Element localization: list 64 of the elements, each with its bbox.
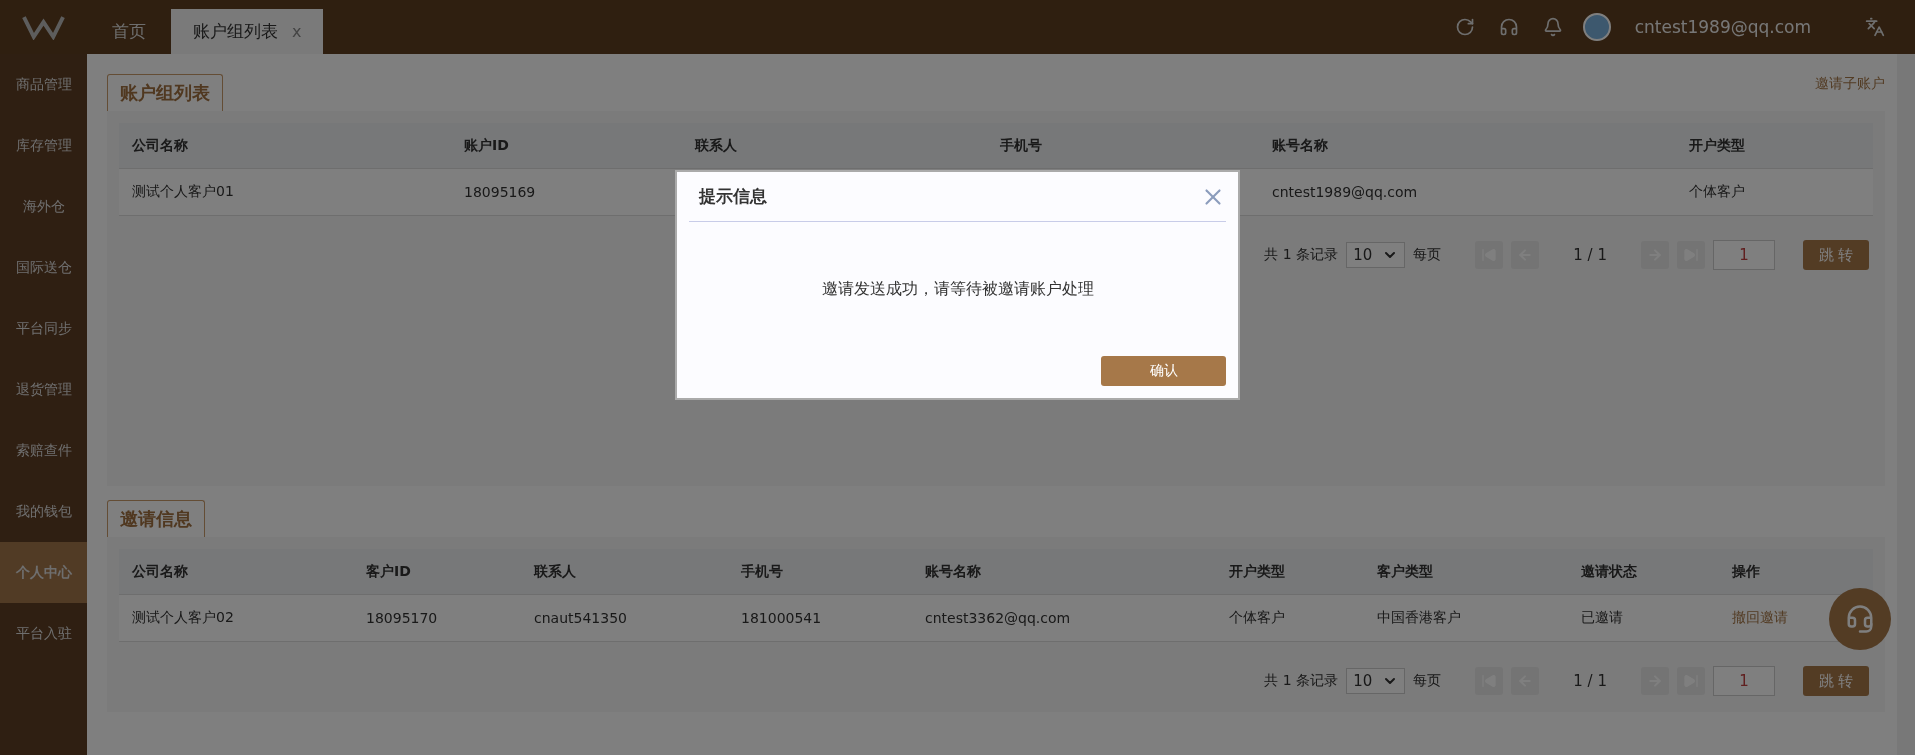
sidebar-item[interactable]: 平台入驻	[0, 603, 87, 664]
record-count: 共 1 条记录	[1264, 246, 1339, 264]
page-indicator: 1 / 1	[1573, 246, 1607, 264]
table-cell-text: 18095170	[366, 610, 439, 626]
column-header: 联系人	[534, 562, 577, 581]
column-header: 开户类型	[1229, 562, 1286, 581]
per-page-label: 每页	[1413, 246, 1442, 264]
sidebar-item[interactable]: 平台同步	[0, 298, 87, 359]
table-cell-text: 中国香港客户	[1377, 609, 1462, 627]
panel-tab[interactable]: 账户组列表	[107, 74, 223, 111]
jump-button[interactable]: 跳 转	[1803, 240, 1869, 270]
page-input[interactable]: 1	[1713, 666, 1775, 696]
headphones-icon[interactable]	[1498, 17, 1519, 37]
table-cell-text: 测试个人客户01	[132, 183, 235, 201]
page-size-select[interactable]: 10	[1346, 242, 1406, 268]
jump-button[interactable]: 跳 转	[1803, 666, 1869, 696]
page-input[interactable]: 1	[1713, 240, 1775, 270]
dialog-message: 邀请发送成功，请等待被邀请账户处理	[821, 278, 1094, 300]
column-header: 账号名称	[925, 562, 982, 581]
column-header: 邀请状态	[1581, 562, 1638, 581]
column-header: 操作	[1732, 562, 1761, 581]
confirm-button[interactable]: 确认	[1101, 356, 1226, 386]
column-header: 公司名称	[132, 562, 189, 581]
column-header: 账号名称	[1272, 136, 1329, 155]
sidebar-item[interactable]: 我的钱包	[0, 481, 87, 542]
table-cell-text: 测试个人客户02	[132, 609, 235, 627]
page-tab[interactable]: 首页	[87, 9, 171, 54]
panel-tab[interactable]: 邀请信息	[107, 500, 205, 537]
column-header: 开户类型	[1689, 136, 1746, 155]
table-cell-text: 已邀请	[1581, 609, 1624, 627]
per-page-label: 每页	[1413, 672, 1442, 690]
table-cell-text: 18095169	[464, 184, 537, 200]
table-cell-text: cntest1989@qq.com	[1272, 184, 1419, 200]
sidebar-item[interactable]: 商品管理	[0, 54, 87, 115]
translate-icon[interactable]	[1865, 17, 1885, 37]
sidebar-item[interactable]: 海外仓	[0, 176, 87, 237]
column-header: 客户ID	[366, 562, 412, 581]
table-cell-text: cnaut541350	[534, 610, 628, 626]
column-header: 手机号	[1000, 136, 1043, 155]
sidebar-item[interactable]: 退货管理	[0, 359, 87, 420]
page-indicator: 1 / 1	[1573, 672, 1607, 690]
refresh-icon[interactable]	[1454, 17, 1475, 37]
bell-icon[interactable]	[1542, 17, 1563, 37]
dialog-title: 提示信息	[699, 185, 767, 208]
sidebar-item[interactable]: 个人中心	[0, 542, 87, 603]
invite-link[interactable]: 邀请子账户	[1815, 75, 1885, 93]
sidebar-item[interactable]: 索赔查件	[0, 420, 87, 481]
column-header: 公司名称	[132, 136, 189, 155]
user-email[interactable]: cntest1989@qq.com	[1634, 17, 1811, 37]
table-cell-text: 个体客户	[1689, 183, 1746, 201]
page-size-select[interactable]: 10	[1346, 668, 1406, 694]
column-header: 联系人	[695, 136, 738, 155]
table-cell-text: 个体客户	[1229, 609, 1286, 627]
column-header: 客户类型	[1377, 562, 1434, 581]
user-avatar[interactable]	[1582, 13, 1611, 41]
record-count: 共 1 条记录	[1264, 672, 1339, 690]
sidebar-item[interactable]: 国际送仓	[0, 237, 87, 298]
column-header: 账户ID	[464, 136, 510, 155]
table-cell-text: 181000541	[741, 610, 823, 626]
sidebar-item[interactable]: 库存管理	[0, 115, 87, 176]
headset-icon	[1845, 604, 1875, 634]
scrollbar[interactable]	[1897, 54, 1915, 755]
column-header: 手机号	[741, 562, 784, 581]
table-cell-text: cntest3362@qq.com	[925, 610, 1072, 626]
